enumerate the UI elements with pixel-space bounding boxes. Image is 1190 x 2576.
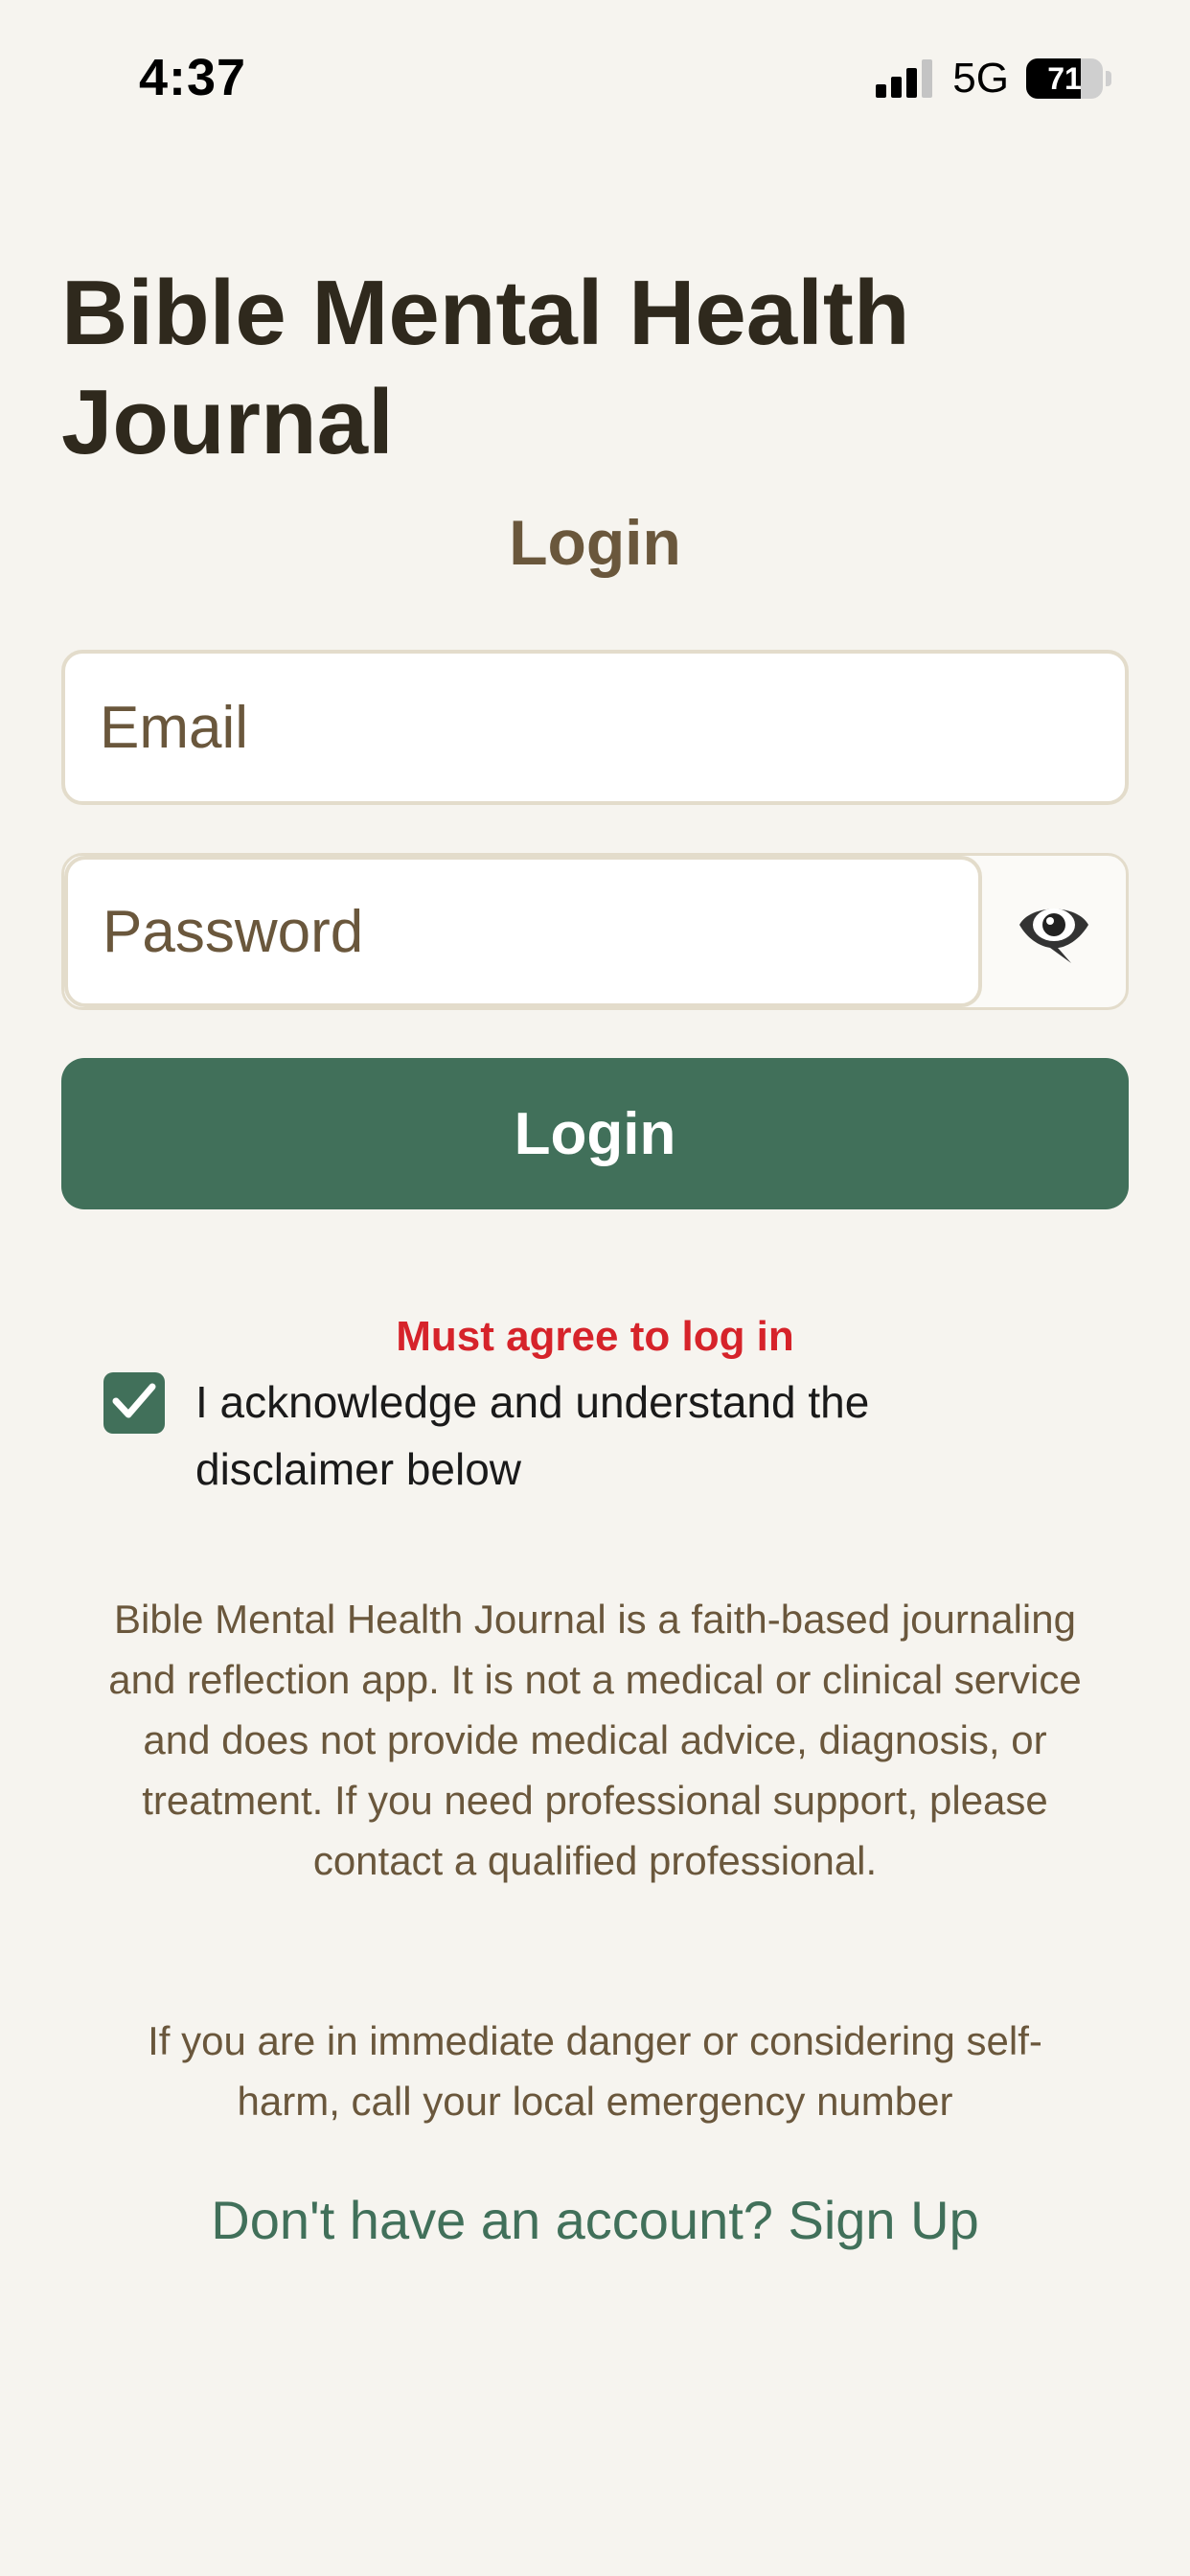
battery-level: 71 [1047,60,1082,96]
password-row [61,853,1129,1010]
battery-tip [1106,71,1111,86]
signal-bar [876,84,887,98]
battery-icon: 71 [1026,58,1111,99]
signal-bar [922,59,933,98]
email-field-container [61,650,1129,805]
agreement-label: I acknowledge and understand the disclai… [195,1377,870,1494]
password-field-container [64,856,982,1007]
toggle-password-visibility-button[interactable] [982,856,1126,1007]
email-input[interactable] [65,654,1125,801]
signup-link[interactable]: Don't have an account? Sign Up [0,2189,1190,2251]
checkmark-icon [112,1382,156,1425]
cellular-signal-icon [876,59,935,98]
password-input[interactable] [68,860,978,1003]
app-title: Bible Mental Health Journal [61,262,910,473]
agreement-checkbox[interactable] [103,1372,165,1434]
status-time: 4:37 [139,49,247,106]
agreement-error-message: Must agree to log in [396,1313,794,1360]
disclaimer-text: Bible Mental Health Journal is a faith-b… [108,1597,1082,1883]
page-subtitle: Login [509,507,681,578]
battery-body: 71 [1026,58,1103,99]
network-type: 5G [952,55,1009,102]
login-button[interactable]: Login [61,1058,1129,1209]
status-indicators: 5G 71 [876,58,1111,100]
signal-bar [906,68,918,98]
emergency-note: If you are in immediate danger or consid… [148,2018,1042,2124]
eye-icon [1016,894,1092,970]
status-bar: 4:37 5G 71 [0,0,1190,153]
signal-bar [891,77,903,98]
